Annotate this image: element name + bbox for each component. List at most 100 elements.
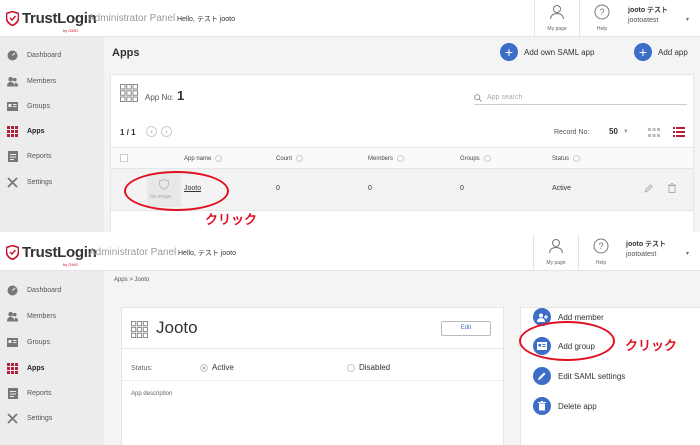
status-disabled-radio[interactable]: Disabled [347,363,390,372]
add-app-button[interactable]: + Add app [634,43,688,61]
sidebar-item-label: Members [27,77,57,85]
active-label: Active [212,363,234,372]
app-no-label: App No: [145,93,174,102]
sidebar-item-apps[interactable]: Apps [0,120,104,142]
select-all-checkbox[interactable] [120,154,128,162]
panel-title: Administrator Panel [88,13,176,24]
settings-icon [7,412,18,424]
annotation-circle-add-group [519,321,615,361]
sidebar-item-label: Members [27,312,57,320]
sidebar: Dashboard Members Groups Apps Reports Se… [0,271,104,445]
plus-icon: + [634,43,652,61]
sidebar-item-groups[interactable]: Groups [0,331,104,353]
apps-list-screenshot: TrustLogin by GMO Administrator Panel He… [0,0,700,232]
table-header: App name Count Members Groups Status [111,147,693,169]
help-button[interactable]: ? Help [578,234,623,271]
top-header: TrustLogin by GMO Administrator Panel He… [0,0,700,37]
sidebar-item-label: Dashboard [27,51,62,59]
add-app-label: Add app [658,47,688,57]
sort-icon [483,155,491,162]
user-menu[interactable]: jooto テスト jootoatest [628,6,668,26]
mypage-button[interactable]: My page [534,0,579,37]
sidebar-item-label: Settings [27,178,53,186]
user-caret-icon[interactable]: ▾ [686,16,689,23]
sidebar-item-settings[interactable]: Settings [0,407,104,429]
help-label: Help [596,26,608,32]
column-header[interactable]: Count [276,155,304,162]
row-status: Active [552,185,572,192]
row-groups: 0 [460,185,464,192]
trash-icon[interactable] [668,183,676,193]
sidebar-item-dashboard[interactable]: Dashboard [0,44,104,66]
sidebar-item-label: Reports [27,389,52,397]
sidebar-item-label: Apps [27,364,45,372]
column-header[interactable]: Status [552,155,581,162]
help-icon: ? [593,238,609,254]
trustlogin-logo[interactable]: TrustLogin [6,241,97,263]
sidebar-item-label: Settings [27,414,53,422]
brand-sub: by GMO [63,262,78,267]
annotation-click-label: クリック [625,338,678,353]
radio-unselected-icon [347,363,355,372]
groups-icon [7,337,18,348]
reports-icon [7,387,18,399]
person-icon [550,5,564,20]
user-name: jooto テスト [628,7,669,14]
app-detail-main: Apps > Jooto Jooto Edit Status: Active D… [104,271,700,445]
divider [122,348,503,349]
column-header[interactable]: App name [184,155,223,162]
plus-icon: + [500,43,518,61]
sidebar-item-reports[interactable]: Reports [0,145,104,167]
app-grid-icon [120,84,138,102]
sidebar-item-reports[interactable]: Reports [0,382,104,404]
record-no-value: 50 [609,127,618,136]
edit-button[interactable]: Edit [441,321,491,336]
sidebar-item-apps[interactable]: Apps [0,357,104,379]
app-description-label: App description [131,391,173,397]
sidebar-item-members[interactable]: Members [0,70,104,92]
record-no-select[interactable]: 50 ▼ [609,127,629,136]
add-saml-app-button[interactable]: + Add own SAML app [500,43,594,61]
column-header[interactable]: Groups [460,155,491,162]
delete-app-button[interactable]: Delete app [533,397,597,415]
prev-page-button[interactable]: ‹ [146,126,157,137]
radio-selected-icon [200,363,208,372]
chevron-down-icon: ▼ [622,128,629,135]
sidebar-item-groups[interactable]: Groups [0,95,104,117]
sidebar-item-settings[interactable]: Settings [0,171,104,193]
pencil-icon[interactable] [644,184,653,193]
user-caret-icon[interactable]: ▾ [686,250,689,257]
breadcrumb[interactable]: Apps > Jooto [114,277,149,283]
panel-title: Administrator Panel [89,247,177,258]
sort-icon [397,155,405,162]
record-no-label: Record No: [554,129,590,136]
sort-icon [296,155,304,162]
trustlogin-logo[interactable]: TrustLogin [6,7,97,29]
mypage-button[interactable]: My page [533,234,578,271]
help-button[interactable]: ? Help [579,0,624,37]
sidebar-item-dashboard[interactable]: Dashboard [0,279,104,301]
status-active-radio[interactable]: Active [200,363,234,372]
divider [122,380,503,381]
edit-saml-settings-button[interactable]: Edit SAML settings [533,367,625,385]
help-label: Help [595,260,607,266]
app-no-value: 1 [177,88,185,103]
grid-view-icon[interactable] [648,128,660,137]
brand-name: TrustLogin [22,243,97,261]
apps-icon [7,362,18,374]
top-header: TrustLogin by GMO Administrator Panel He… [0,234,700,271]
app-info-card: Jooto Edit Status: Active Disabled App d… [121,307,504,445]
delete-app-label: Delete app [558,401,597,411]
column-header[interactable]: Members [368,155,405,162]
sidebar-item-members[interactable]: Members [0,305,104,327]
next-page-button[interactable]: › [161,126,172,137]
annotation-click-label: クリック [205,212,258,227]
trash-icon [533,397,551,415]
edit-saml-settings-label: Edit SAML settings [558,371,626,381]
sort-icon [573,155,581,162]
user-name: jooto テスト [626,241,667,248]
user-menu[interactable]: jooto テスト jootoatest [626,240,666,260]
list-view-icon[interactable] [673,127,685,137]
app-search-input[interactable]: App search [474,91,687,105]
pagination-text: 1 / 1 [120,128,136,137]
